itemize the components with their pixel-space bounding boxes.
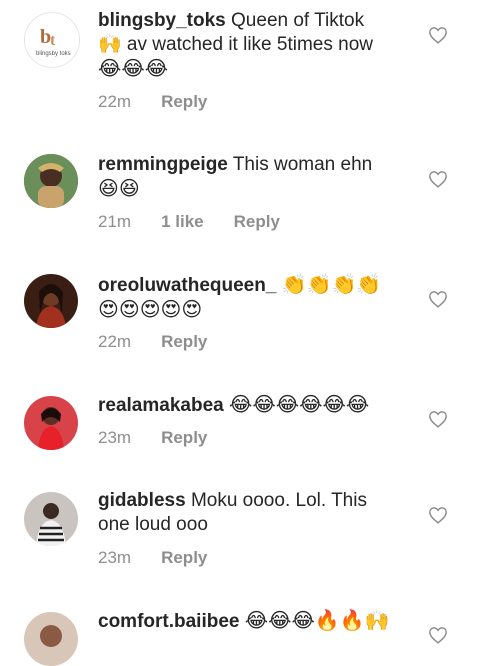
comment-meta: 22m Reply [98,332,207,352]
avatar[interactable] [24,396,78,450]
avatar[interactable] [24,154,78,208]
timestamp: 21m [98,212,132,231]
comment-body: gidabless Moku oooo. Lol. This one loud … [98,489,410,537]
comment-body: realamakabea 😂😂😂😂😂😂 [98,393,410,418]
timestamp: 22m [98,92,132,111]
comment-text-line2: 🙌 av watched it like 5times now [98,34,373,55]
comment-text: 😂😂😂🔥🔥🙌 [244,610,390,632]
comment-text: Queen of Tiktok [231,10,365,31]
username[interactable]: remmingpeige [98,154,228,175]
comment-body: comfort.baiibee 😂😂😂🔥🔥🙌 [98,609,410,634]
comment-meta: 21m 1 like Reply [98,212,280,232]
emoji-row: 😍😍😍😍😍 [98,299,203,321]
timestamp: 23m [98,428,132,447]
timestamp: 23m [98,548,132,567]
comment-meta: 22m Reply [98,92,207,112]
username[interactable]: comfort.baiibee [98,611,239,632]
comment-body: remmingpeige This woman ehn 😆😆 [98,153,410,202]
timestamp: 22m [98,332,132,351]
comment-text: 😂😂😂😂😂😂 [229,394,370,416]
svg-text:t: t [50,32,56,49]
emoji-row: 😆😆 [98,178,140,200]
reply-button[interactable]: Reply [161,92,207,112]
heart-icon[interactable] [428,170,448,188]
heart-icon[interactable] [428,626,448,644]
comment-meta: 23m Reply [98,548,207,568]
comment-meta: 23m Reply [98,428,207,448]
comment-body: blingsby_toks Queen of Tiktok 🙌 av watch… [98,9,410,82]
likes-count[interactable]: 1 like [161,212,204,232]
reply-button[interactable]: Reply [161,428,207,448]
reply-button[interactable]: Reply [161,332,207,352]
comment-text-line2: one loud ooo [98,514,208,535]
emoji-row: 😂😂😂 [98,58,169,80]
username[interactable]: gidabless [98,490,186,511]
comment-text: 👏👏👏👏 [281,274,382,296]
heart-icon[interactable] [428,26,448,44]
heart-icon[interactable] [428,410,448,428]
username[interactable]: blingsby_toks [98,10,226,31]
reply-button[interactable]: Reply [234,212,280,232]
heart-icon[interactable] [428,290,448,308]
avatar[interactable] [24,492,78,546]
avatar[interactable] [24,274,78,328]
heart-icon[interactable] [428,506,448,524]
reply-button[interactable]: Reply [161,548,207,568]
comment-text: This woman ehn [232,154,373,175]
username[interactable]: oreoluwathequeen_ [98,275,276,296]
comment-text: Moku oooo. Lol. This [190,490,367,511]
avatar[interactable]: b t blingsby toks [24,12,80,68]
comment-body: oreoluwathequeen_ 👏👏👏👏 😍😍😍😍😍 [98,273,410,323]
svg-text:blingsby toks: blingsby toks [36,51,71,57]
avatar[interactable] [24,612,78,666]
username[interactable]: realamakabea [98,395,224,416]
